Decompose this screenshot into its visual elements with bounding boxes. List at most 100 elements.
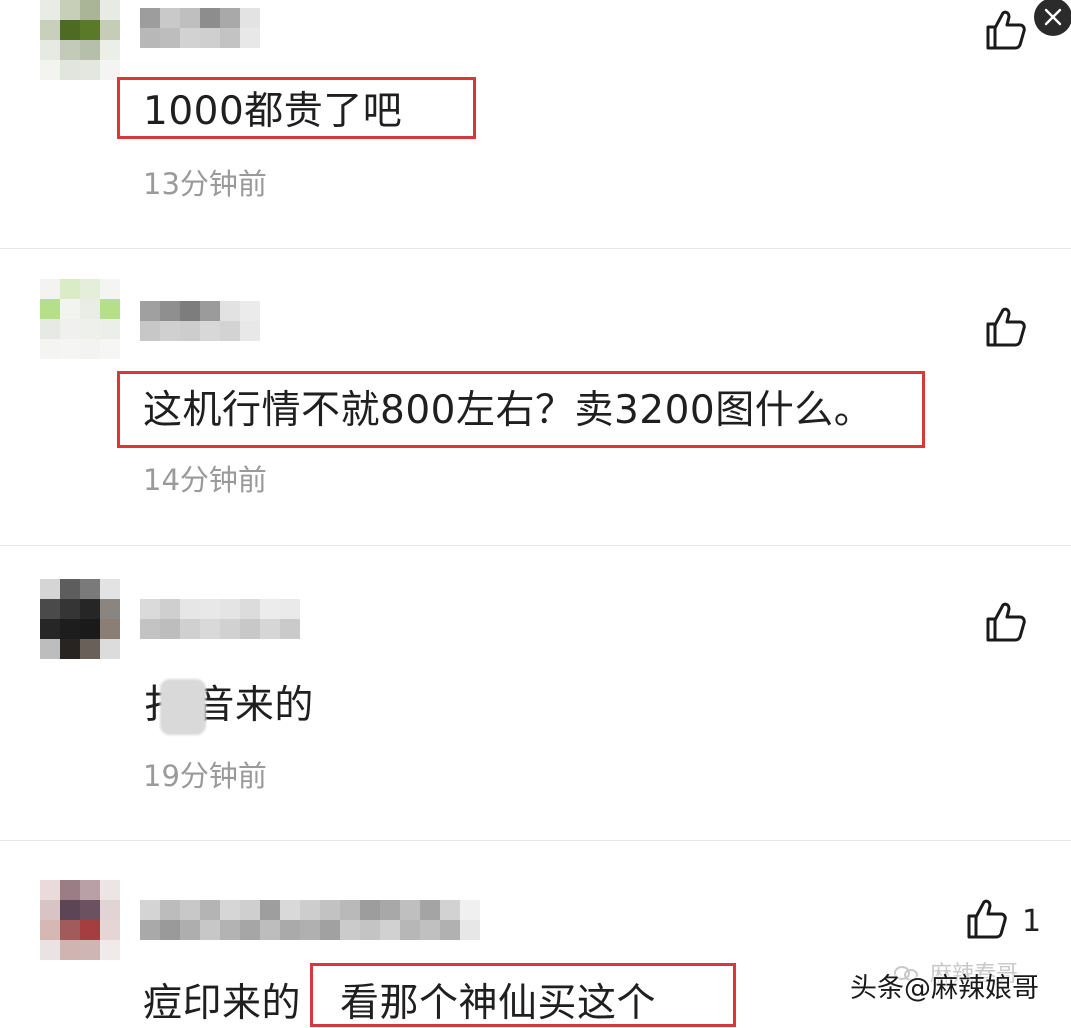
comment-item: 1000都贵了吧 13分钟前: [0, 0, 1071, 248]
mosaic-cell: [140, 301, 160, 321]
mosaic-cell: [100, 40, 120, 60]
mosaic-cell: [200, 900, 220, 920]
mosaic-cell: [240, 321, 260, 341]
mosaic-cell: [80, 299, 100, 319]
mosaic-cell: [160, 599, 180, 619]
mosaic-cell: [80, 40, 100, 60]
avatar[interactable]: [40, 279, 120, 359]
mosaic-cell: [100, 880, 120, 900]
mosaic-cell: [160, 619, 180, 639]
comment-text: 1000都贵了吧: [143, 89, 403, 134]
mosaic-cell: [240, 619, 260, 639]
mosaic-cell: [40, 639, 60, 659]
mosaic-cell: [160, 28, 180, 48]
avatar[interactable]: [40, 880, 120, 960]
mosaic-cell: [100, 319, 120, 339]
mosaic-cell: [160, 8, 180, 28]
mosaic-cell: [60, 639, 80, 659]
username-blurred[interactable]: [140, 301, 260, 341]
redaction-smudge: [160, 679, 206, 735]
mosaic-cell: [100, 0, 120, 20]
mosaic-cell: [80, 940, 100, 960]
mosaic-cell: [40, 599, 60, 619]
mosaic-cell: [60, 339, 80, 359]
thumbs-up-icon[interactable]: [984, 305, 1028, 349]
mosaic-cell: [240, 599, 260, 619]
mosaic-cell: [320, 900, 340, 920]
mosaic-cell: [100, 599, 120, 619]
mosaic-cell: [180, 8, 200, 28]
mosaic-cell: [60, 619, 80, 639]
mosaic-cell: [140, 599, 160, 619]
watermark-handle: @麻辣娘哥: [904, 973, 1039, 1004]
mosaic-cell: [40, 319, 60, 339]
mosaic-cell: [140, 321, 160, 341]
mosaic-cell: [80, 579, 100, 599]
mosaic-cell: [220, 8, 240, 28]
avatar[interactable]: [40, 579, 120, 659]
mosaic-cell: [180, 321, 200, 341]
mosaic-cell: [260, 920, 280, 940]
mosaic-cell: [60, 900, 80, 920]
mosaic-cell: [80, 339, 100, 359]
mosaic-cell: [400, 920, 420, 940]
mosaic-cell: [140, 619, 160, 639]
mosaic-cell: [140, 8, 160, 28]
mosaic-cell: [280, 920, 300, 940]
mosaic-cell: [220, 599, 240, 619]
mosaic-cell: [80, 20, 100, 40]
mosaic-cell: [320, 920, 340, 940]
mosaic-cell: [400, 900, 420, 920]
thumbs-up-icon[interactable]: [984, 600, 1028, 644]
username-blurred[interactable]: [140, 8, 260, 48]
mosaic-cell: [100, 920, 120, 940]
mosaic-cell: [80, 0, 100, 20]
mosaic-cell: [240, 920, 260, 940]
mosaic-cell: [100, 619, 120, 639]
mosaic-cell: [160, 900, 180, 920]
username-blurred[interactable]: [140, 599, 300, 639]
mosaic-cell: [60, 579, 80, 599]
mosaic-cell: [80, 279, 100, 299]
mosaic-cell: [220, 920, 240, 940]
mosaic-cell: [200, 920, 220, 940]
thumbs-up-icon[interactable]: [984, 8, 1028, 52]
watermark: 头条@麻辣娘哥: [850, 975, 1039, 1002]
mosaic-cell: [80, 319, 100, 339]
comment-text: 痘印来的: [143, 981, 302, 1026]
mosaic-cell: [60, 299, 80, 319]
mosaic-cell: [80, 619, 100, 639]
mosaic-cell: [40, 299, 60, 319]
like-count: 1: [1022, 904, 1042, 939]
mosaic-cell: [360, 920, 380, 940]
mosaic-cell: [80, 60, 100, 80]
mosaic-cell: [60, 279, 80, 299]
comment-text-highlighted: 看那个神仙买这个: [340, 981, 657, 1026]
mosaic-cell: [180, 599, 200, 619]
mosaic-cell: [420, 900, 440, 920]
mosaic-cell: [100, 20, 120, 40]
mosaic-cell: [180, 28, 200, 48]
mosaic-cell: [100, 339, 120, 359]
mosaic-cell: [40, 0, 60, 20]
mosaic-cell: [200, 321, 220, 341]
mosaic-cell: [220, 28, 240, 48]
comment-text: 这机行情不就800左右？卖3200图什么。: [143, 388, 874, 433]
avatar[interactable]: [40, 0, 120, 80]
mosaic-cell: [60, 319, 80, 339]
mosaic-cell: [280, 619, 300, 639]
mosaic-cell: [60, 599, 80, 619]
mosaic-cell: [100, 900, 120, 920]
mosaic-cell: [380, 920, 400, 940]
mosaic-cell: [240, 301, 260, 321]
mosaic-cell: [40, 900, 60, 920]
mosaic-cell: [460, 900, 480, 920]
comment-time: 13分钟前: [143, 167, 267, 201]
thumbs-up-icon[interactable]: [965, 897, 1009, 941]
mosaic-cell: [60, 940, 80, 960]
username-blurred[interactable]: [140, 900, 480, 940]
mosaic-cell: [80, 900, 100, 920]
mosaic-cell: [40, 920, 60, 940]
mosaic-cell: [40, 619, 60, 639]
watermark-prefix: 头条: [850, 973, 904, 1004]
